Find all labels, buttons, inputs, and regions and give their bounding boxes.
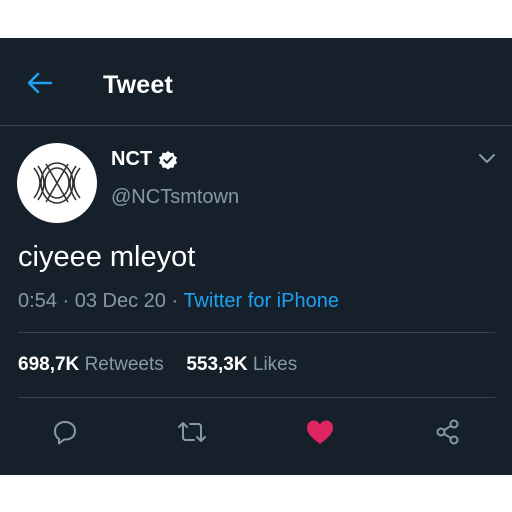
divider xyxy=(18,397,495,398)
heart-icon xyxy=(307,420,333,444)
more-options-button[interactable] xyxy=(478,152,496,170)
retweet-icon xyxy=(178,422,206,442)
page-title: Tweet xyxy=(103,71,173,99)
meta-separator: · xyxy=(62,290,75,312)
nct-logo-icon xyxy=(33,162,81,204)
meta-separator: · xyxy=(171,290,184,312)
share-icon xyxy=(436,419,459,445)
likes-label: Likes xyxy=(252,354,298,375)
back-button[interactable] xyxy=(20,68,60,98)
reply-button[interactable] xyxy=(47,414,83,450)
reply-icon xyxy=(54,421,76,445)
tweet-screen: Tweet NCT @NCTsmtown ciyeee mleyot 0:54 … xyxy=(0,38,512,475)
retweets-count: 698,7K xyxy=(18,354,80,375)
share-button[interactable] xyxy=(430,414,466,450)
author-handle[interactable]: @NCTsmtown xyxy=(111,186,239,209)
tweet-source-link[interactable]: Twitter for iPhone xyxy=(183,290,339,312)
action-bar xyxy=(0,414,512,454)
tweet-stats: 698,7K Retweets 553,3K Likes xyxy=(18,354,297,376)
tweet-text: ciyeee mleyot xyxy=(18,241,196,273)
likes-count: 553,3K xyxy=(186,354,248,375)
arrow-left-icon xyxy=(27,72,53,94)
retweets-stat[interactable]: 698,7K Retweets xyxy=(18,354,169,375)
retweet-button[interactable] xyxy=(174,414,210,450)
retweets-label: Retweets xyxy=(84,354,164,375)
verified-badge-icon xyxy=(159,150,178,170)
likes-stat[interactable]: 553,3K Likes xyxy=(186,354,297,375)
tweet-meta: 0:54 · 03 Dec 20 · Twitter for iPhone xyxy=(18,290,339,313)
author-name[interactable]: NCT xyxy=(111,148,152,171)
chevron-down-icon xyxy=(479,154,495,163)
divider xyxy=(18,332,495,333)
verified-badge xyxy=(158,150,178,170)
tweet-time: 0:54 xyxy=(18,290,57,312)
like-button[interactable] xyxy=(302,414,338,450)
author-name-row: NCT xyxy=(111,148,178,171)
top-bar: Tweet xyxy=(0,38,512,126)
avatar[interactable] xyxy=(17,143,97,223)
tweet-date: 03 Dec 20 xyxy=(74,290,166,312)
